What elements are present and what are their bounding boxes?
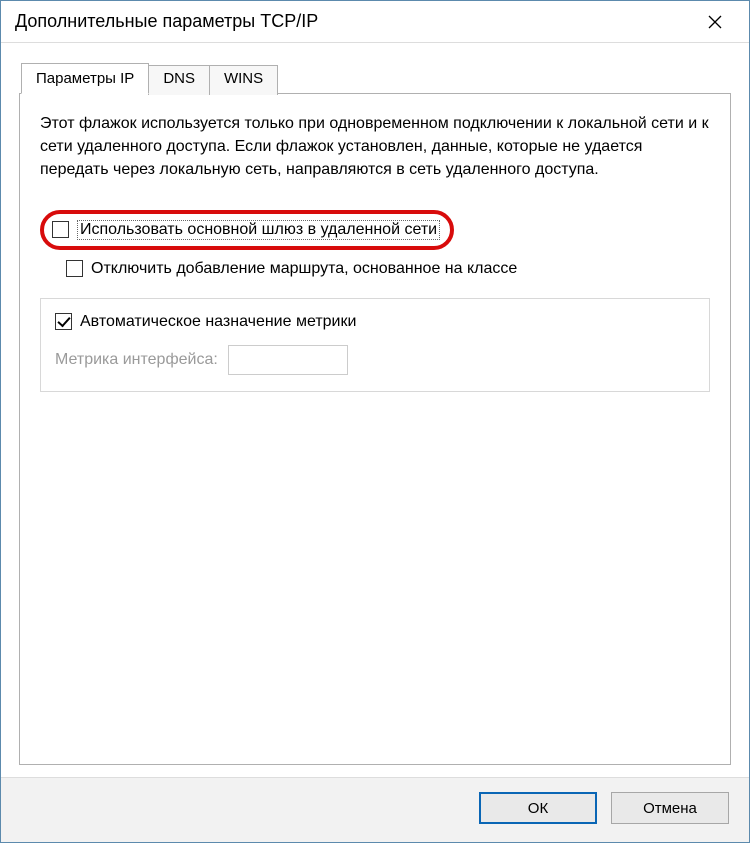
gateway-description-text: Этот флажок используется только при одно… — [40, 112, 710, 182]
auto-metric-row: Автоматическое назначение метрики — [55, 313, 695, 331]
content-area: Параметры IP DNS WINS Этот флажок исполь… — [1, 43, 749, 777]
interface-metric-row: Метрика интерфейса: — [55, 345, 695, 375]
ok-button[interactable]: ОК — [479, 792, 597, 824]
highlight-annotation: Использовать основной шлюз в удаленной с… — [40, 210, 454, 250]
dialog-window: Дополнительные параметры TCP/IP Параметр… — [0, 0, 750, 843]
window-title: Дополнительные параметры TCP/IP — [15, 11, 695, 32]
tab-dns[interactable]: DNS — [148, 65, 210, 95]
button-bar: ОК Отмена — [1, 777, 749, 842]
tab-panel-ip: Этот флажок используется только при одно… — [19, 93, 731, 765]
use-default-gateway-checkbox[interactable] — [52, 221, 69, 238]
close-button[interactable] — [695, 7, 735, 37]
tab-strip: Параметры IP DNS WINS — [21, 63, 731, 93]
tab-ip-settings[interactable]: Параметры IP — [21, 63, 149, 94]
titlebar: Дополнительные параметры TCP/IP — [1, 1, 749, 43]
auto-metric-label[interactable]: Автоматическое назначение метрики — [80, 313, 356, 331]
close-icon — [708, 15, 722, 29]
disable-class-route-row: Отключить добавление маршрута, основанно… — [66, 260, 710, 278]
auto-metric-checkbox[interactable] — [55, 313, 72, 330]
use-default-gateway-label[interactable]: Использовать основной шлюз в удаленной с… — [77, 220, 440, 240]
interface-metric-input — [228, 345, 348, 375]
tab-wins[interactable]: WINS — [209, 65, 278, 95]
disable-class-route-label[interactable]: Отключить добавление маршрута, основанно… — [91, 260, 517, 278]
interface-metric-label: Метрика интерфейса: — [55, 351, 218, 369]
metric-group: Автоматическое назначение метрики Метрик… — [40, 298, 710, 392]
cancel-button[interactable]: Отмена — [611, 792, 729, 824]
disable-class-route-checkbox[interactable] — [66, 260, 83, 277]
